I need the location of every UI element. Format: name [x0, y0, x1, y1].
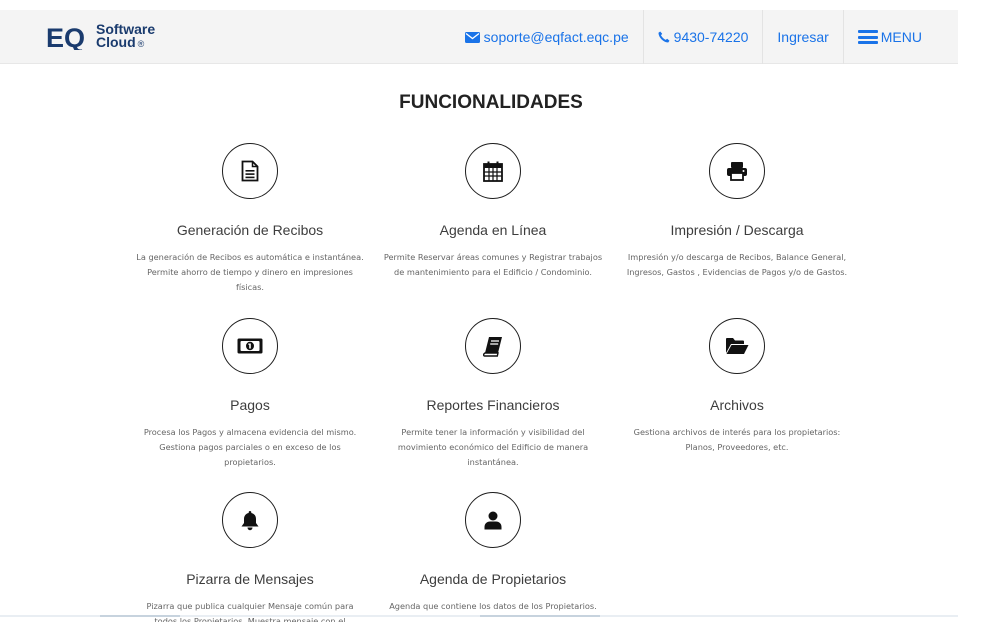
feature-impresion-descarga: Impresión / Descarga Impresión y/o desca… — [622, 143, 852, 280]
user-icon — [465, 492, 521, 548]
phone-icon — [658, 31, 670, 43]
feature-description: Agenda que contiene los datos de los Pro… — [389, 601, 597, 611]
menu-label: MENU — [880, 29, 922, 45]
svg-text:EQ: EQ — [46, 24, 85, 50]
feature-title: Reportes Financieros — [426, 397, 560, 413]
feature-generacion-recibos: Generación de Recibos La generación de R… — [135, 143, 365, 295]
feature-agenda-propietarios: Agenda de Propietarios Agenda que contie… — [378, 492, 608, 614]
feature-description: La generación de Recibos es automática e… — [136, 252, 364, 292]
bell-icon — [222, 492, 278, 548]
folder-open-icon — [709, 318, 765, 374]
logo-line2: Cloud — [96, 34, 136, 50]
login-link[interactable]: Ingresar — [762, 10, 842, 64]
email-label: soporte@eqfact.eqc.pe — [483, 29, 629, 45]
feature-description: Gestiona archivos de interés para los pr… — [633, 427, 841, 452]
money-bill-icon — [222, 318, 278, 374]
feature-title: Agenda de Propietarios — [419, 571, 567, 587]
document-icon — [222, 143, 278, 199]
feature-title: Pagos — [230, 397, 270, 413]
calendar-icon — [465, 143, 521, 199]
menu-button[interactable]: MENU — [842, 10, 958, 64]
feature-pagos: Pagos Procesa los Pagos y almacena evide… — [135, 318, 365, 470]
feature-agenda-en-linea: Agenda en Línea Permite Reservar áreas c… — [378, 143, 608, 280]
feature-reportes-financieros: Reportes Financieros Permite tener la in… — [378, 318, 608, 470]
feature-pizarra-mensajes: Pizarra de Mensajes Pizarra que publica … — [135, 492, 365, 622]
eq-logo-icon: EQ — [46, 24, 92, 50]
bottom-divider — [0, 615, 958, 617]
page-title: FUNCIONALIDADES — [399, 92, 583, 113]
envelope-icon — [464, 31, 480, 43]
feature-title: Pizarra de Mensajes — [186, 571, 314, 587]
phone-label: 9430-74220 — [673, 29, 749, 45]
feature-title: Archivos — [710, 397, 764, 413]
logo-link[interactable]: EQ Software Cloud ® — [46, 22, 155, 52]
feature-title: Generación de Recibos — [176, 222, 324, 238]
top-nav: soporte@eqfact.eqc.pe 9430-74220 Ingresa… — [451, 10, 958, 64]
printer-icon — [709, 143, 765, 199]
logo-registered-mark: ® — [137, 39, 145, 49]
hamburger-icon — [857, 30, 878, 44]
login-label: Ingresar — [777, 29, 829, 45]
feature-archivos: Archivos Gestiona archivos de interés pa… — [622, 318, 852, 455]
feature-description: Permite tener la información y visibilid… — [397, 427, 589, 467]
feature-description: Pizarra que publica cualquier Mensaje co… — [146, 601, 354, 622]
feature-description: Impresión y/o descarga de Recibos, Balan… — [626, 252, 848, 277]
feature-description: Procesa los Pagos y almacena evidencia d… — [143, 427, 357, 467]
feature-description: Permite Reservar áreas comunes y Registr… — [383, 252, 603, 277]
book-icon — [465, 318, 521, 374]
feature-title: Impresión / Descarga — [670, 222, 804, 238]
header-bar: EQ Software Cloud ® soporte@eqfact.eqc.pe… — [0, 10, 958, 64]
email-link[interactable]: soporte@eqfact.eqc.pe — [451, 10, 643, 64]
phone-link[interactable]: 9430-74220 — [642, 10, 763, 64]
feature-title: Agenda en Línea — [439, 222, 547, 238]
